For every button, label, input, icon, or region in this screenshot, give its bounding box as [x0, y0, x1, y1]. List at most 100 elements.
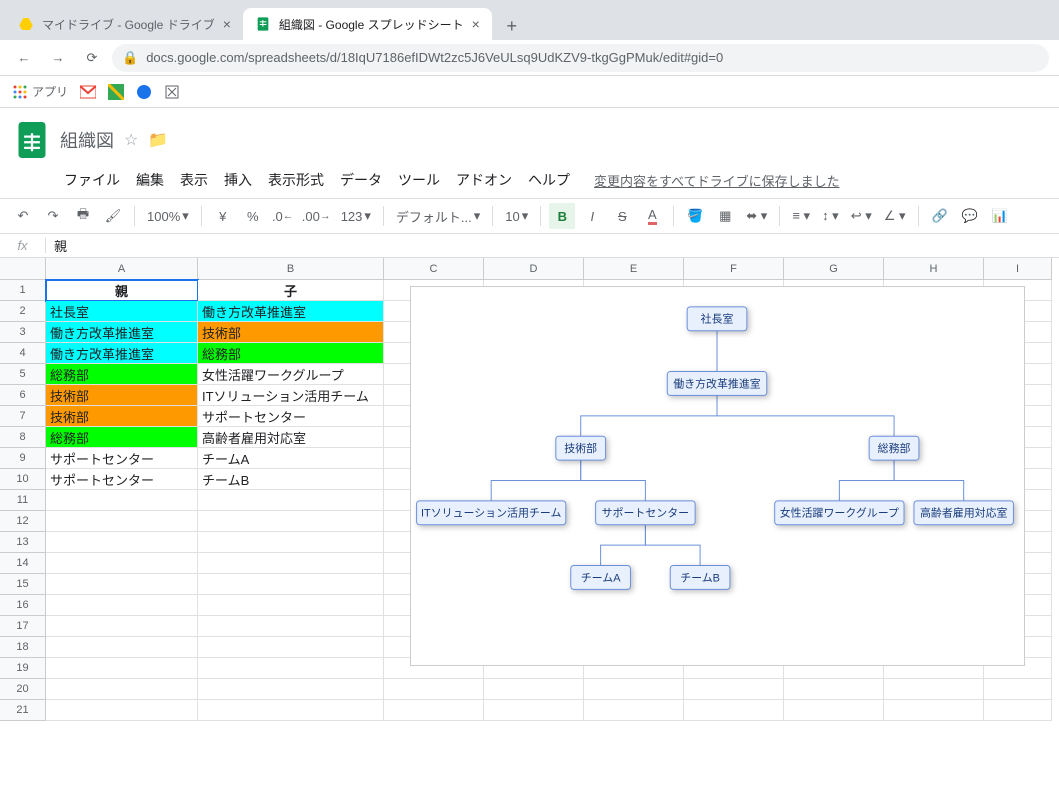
decrease-decimal-button[interactable]: .0← [270, 203, 296, 229]
cell[interactable] [46, 595, 198, 616]
cell[interactable]: 親 [46, 280, 198, 301]
forward-button[interactable]: → [44, 44, 72, 72]
bookmark-item[interactable] [136, 84, 152, 100]
insert-link-button[interactable]: 🔗 [927, 203, 953, 229]
menu-help[interactable]: ヘルプ [524, 168, 574, 192]
menu-tools[interactable]: ツール [394, 168, 444, 192]
row-header[interactable]: 14 [0, 553, 46, 574]
row-header[interactable]: 9 [0, 448, 46, 469]
url-input[interactable]: 🔒 docs.google.com/spreadsheets/d/18IqU71… [112, 44, 1049, 72]
cell[interactable] [46, 574, 198, 595]
org-node[interactable]: ITソリューション活用チーム [417, 501, 566, 525]
org-node[interactable]: 社長室 [687, 307, 747, 331]
vertical-align-button[interactable]: ↕ ▾ [818, 208, 843, 224]
fill-color-button[interactable]: 🪣 [682, 203, 708, 229]
paint-format-button[interactable]: 🖌 [100, 203, 126, 229]
cell[interactable] [46, 511, 198, 532]
italic-button[interactable]: I [579, 203, 605, 229]
row-header[interactable]: 2 [0, 301, 46, 322]
row-header[interactable]: 1 [0, 280, 46, 301]
menu-insert[interactable]: 挿入 [220, 168, 256, 192]
select-all-corner[interactable] [0, 258, 46, 280]
col-header[interactable]: E [584, 258, 684, 280]
row-header[interactable]: 5 [0, 364, 46, 385]
row-header[interactable]: 11 [0, 490, 46, 511]
bold-button[interactable]: B [549, 203, 575, 229]
cell[interactable] [198, 700, 384, 721]
cell[interactable] [584, 700, 684, 721]
cell[interactable]: 技術部 [46, 406, 198, 427]
cell[interactable] [46, 700, 198, 721]
row-header[interactable]: 17 [0, 616, 46, 637]
reload-button[interactable]: ⟳ [78, 44, 106, 72]
cell[interactable]: 社長室 [46, 301, 198, 322]
row-header[interactable]: 20 [0, 679, 46, 700]
cell[interactable] [784, 679, 884, 700]
cell[interactable] [984, 700, 1052, 721]
row-header[interactable]: 21 [0, 700, 46, 721]
row-header[interactable]: 7 [0, 406, 46, 427]
cell[interactable]: 働き方改革推進室 [198, 301, 384, 322]
cell[interactable] [198, 637, 384, 658]
menu-file[interactable]: ファイル [60, 168, 124, 192]
new-tab-button[interactable]: + [498, 12, 526, 40]
redo-button[interactable]: ↷ [40, 203, 66, 229]
cell[interactable] [198, 595, 384, 616]
cell[interactable]: 高齢者雇用対応室 [198, 427, 384, 448]
cell[interactable]: サポートセンター [198, 406, 384, 427]
cell[interactable] [198, 532, 384, 553]
font-size-dropdown[interactable]: 10 ▾ [501, 208, 532, 224]
cell[interactable]: チームB [198, 469, 384, 490]
cell[interactable] [46, 637, 198, 658]
menu-format[interactable]: 表示形式 [264, 168, 328, 192]
cell[interactable] [384, 700, 484, 721]
row-header[interactable]: 10 [0, 469, 46, 490]
row-header[interactable]: 15 [0, 574, 46, 595]
number-format-dropdown[interactable]: 123▾ [337, 208, 375, 224]
row-header[interactable]: 6 [0, 385, 46, 406]
cell[interactable] [46, 679, 198, 700]
cell[interactable]: 技術部 [46, 385, 198, 406]
doc-title[interactable]: 組織図 [60, 127, 114, 153]
cell[interactable] [46, 616, 198, 637]
cell[interactable] [984, 679, 1052, 700]
org-node[interactable]: チームB [670, 566, 730, 590]
cell[interactable] [884, 700, 984, 721]
bookmark-maps[interactable] [108, 84, 124, 100]
strikethrough-button[interactable]: S [609, 203, 635, 229]
browser-tab-sheets[interactable]: 組織図 - Google スプレッドシート × [243, 8, 492, 40]
org-chart[interactable]: 社長室働き方改革推進室技術部総務部ITソリューション活用チームサポートセンター女… [410, 286, 1025, 666]
text-color-button[interactable]: A [639, 203, 665, 229]
menu-edit[interactable]: 編集 [132, 168, 168, 192]
folder-icon[interactable]: 📁 [148, 130, 168, 150]
cell[interactable]: 子 [198, 280, 384, 301]
cell[interactable] [198, 511, 384, 532]
bookmark-gmail[interactable] [80, 84, 96, 100]
undo-button[interactable]: ↶ [10, 203, 36, 229]
borders-button[interactable]: ▦ [712, 203, 738, 229]
col-header[interactable]: D [484, 258, 584, 280]
col-header[interactable]: A [46, 258, 198, 280]
row-header[interactable]: 4 [0, 343, 46, 364]
row-header[interactable]: 18 [0, 637, 46, 658]
print-button[interactable]: 🖶 [70, 203, 96, 229]
cell[interactable] [46, 490, 198, 511]
insert-comment-button[interactable]: 💬 [957, 203, 983, 229]
horizontal-align-button[interactable]: ≡ ▾ [788, 208, 814, 224]
cell[interactable]: ITソリューション活用チーム [198, 385, 384, 406]
sheets-logo[interactable] [14, 116, 50, 164]
row-header[interactable]: 3 [0, 322, 46, 343]
menu-data[interactable]: データ [336, 168, 386, 192]
currency-button[interactable]: ¥ [210, 203, 236, 229]
cell[interactable]: 技術部 [198, 322, 384, 343]
cell[interactable] [46, 532, 198, 553]
menu-view[interactable]: 表示 [176, 168, 212, 192]
menu-addons[interactable]: アドオン [452, 168, 516, 192]
cell[interactable]: 女性活躍ワークグループ [198, 364, 384, 385]
row-header[interactable]: 8 [0, 427, 46, 448]
cell[interactable] [198, 553, 384, 574]
cell[interactable]: 働き方改革推進室 [46, 322, 198, 343]
save-status[interactable]: 変更内容をすべてドライブに保存しました [594, 171, 840, 190]
cell[interactable] [684, 700, 784, 721]
apps-button[interactable]: アプリ [12, 83, 68, 100]
